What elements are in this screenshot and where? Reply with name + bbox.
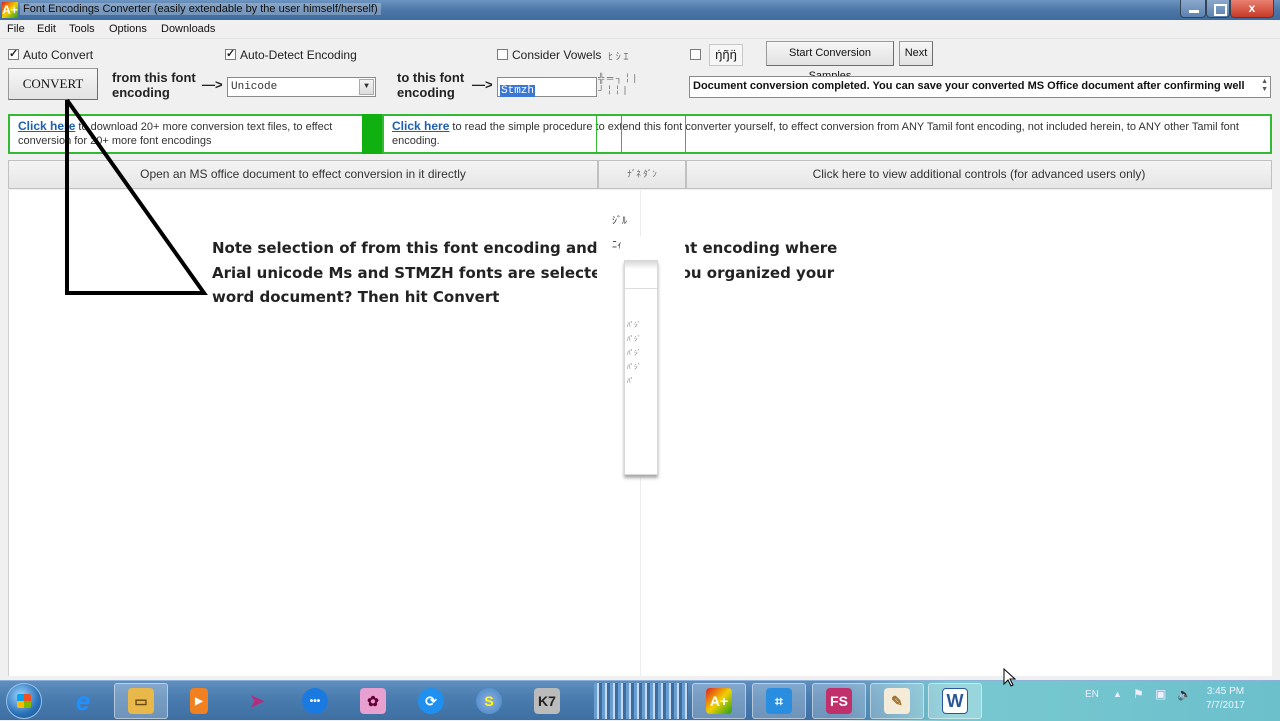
font-converter-icon: A+	[706, 688, 732, 714]
procedure-link-panel: Click here to read the simple procedure …	[382, 114, 1272, 154]
k7-icon: K7	[534, 688, 560, 714]
maximize-button[interactable]	[1206, 0, 1230, 18]
from-encoding-select[interactable]: Unicode ▼	[227, 77, 376, 97]
taskbar-app-paint[interactable]: ✎	[870, 683, 924, 719]
window-title: Font Encodings Converter (easily extenda…	[20, 3, 381, 15]
consider-vowels-label: Consider Vowels	[512, 48, 601, 62]
taskbar-app-k7[interactable]: K7	[520, 683, 574, 719]
taskbar-app-arrow[interactable]: ➤	[230, 683, 284, 719]
status-scrollbar[interactable]: ▲ ▼	[1261, 78, 1268, 94]
glitch-artifact: ﾅﾞﾈ ﾀﾞﾝ	[598, 160, 686, 189]
taskbar-app-file-explorer[interactable]: ▭	[114, 683, 168, 719]
screen-capture-icon: ⌗	[766, 688, 792, 714]
annotation-note: Note selection of from this font encodin…	[212, 239, 838, 306]
app-icon: A+	[2, 2, 18, 18]
menu-edit[interactable]: Edit	[37, 23, 56, 35]
menu-options[interactable]: Options	[109, 23, 147, 35]
procedure-link[interactable]: Click here	[392, 119, 449, 133]
close-button[interactable]: x	[1230, 0, 1274, 18]
green-divider	[362, 114, 383, 154]
clock-time: 3:45 PM	[1206, 686, 1245, 697]
arrow-icon: —>	[472, 77, 493, 92]
minimize-button[interactable]	[1180, 0, 1206, 18]
word-icon: W	[942, 688, 968, 714]
fs-icon: FS	[826, 688, 852, 714]
checkbox-checked-icon	[8, 47, 19, 60]
glitch-artifact: ﾋ ｼ ｴ	[608, 52, 629, 63]
next-button[interactable]: Next	[899, 41, 933, 66]
volume-icon[interactable]: 🔈	[1177, 687, 1192, 701]
auto-detect-label: Auto-Detect Encoding	[240, 48, 357, 62]
to-encoding-label: to this font encoding	[397, 70, 464, 100]
checkbox-checked-icon	[225, 47, 236, 60]
to-label-line2: encoding	[397, 85, 455, 100]
taskbar-app-word[interactable]: W	[928, 683, 982, 719]
panel-separator	[596, 116, 597, 152]
globe-icon: S	[476, 688, 502, 714]
arrow-app-icon: ➤	[249, 690, 265, 711]
chat-icon: •••	[302, 688, 328, 714]
consider-vowels-checkbox[interactable]: Consider Vowels	[497, 48, 601, 62]
menu-downloads[interactable]: Downloads	[161, 23, 215, 35]
status-message: Document conversion completed. You can s…	[689, 76, 1271, 98]
panel-separator	[685, 116, 686, 152]
to-label-line1: to this font	[397, 70, 465, 85]
checkbox-unchecked-icon	[497, 49, 508, 60]
ghost-panel-lines: ﾊﾟｼﾞ ﾊﾟｼﾞ ﾊﾟｼﾞ ﾊﾟｼﾞ ﾊﾟ	[627, 322, 641, 385]
glitch-artifact	[594, 683, 688, 719]
show-hidden-icons-button[interactable]: ▲	[1113, 689, 1122, 699]
shareit-icon: ⟳	[418, 688, 444, 714]
taskbar-app-shareit[interactable]: ⟳	[404, 683, 458, 719]
from-label-line1: from this font	[112, 70, 196, 85]
from-encoding-value: Unicode	[231, 81, 278, 93]
start-button[interactable]	[6, 683, 42, 719]
photo-icon: ✿	[360, 688, 386, 714]
taskbar-app-fs[interactable]: FS	[812, 683, 866, 719]
start-conversion-samples-button[interactable]: Start Conversion Samples	[766, 41, 894, 82]
chevron-down-icon[interactable]: ▼	[359, 79, 374, 95]
menu-bar: File Edit Tools Options Downloads	[0, 20, 1280, 39]
procedure-link-text: to read the simple procedure to extend t…	[392, 121, 1239, 147]
ghost-panel-header	[625, 261, 657, 289]
auto-detect-checkbox[interactable]: Auto-Detect Encoding	[225, 47, 357, 62]
status-text: Document conversion completed. You can s…	[693, 80, 1245, 92]
taskbar-app-media-player[interactable]: ▶	[172, 683, 226, 719]
additional-controls-button[interactable]: Click here to view additional controls (…	[686, 160, 1272, 189]
tamil-sample-checkbox[interactable]	[690, 48, 705, 62]
clock-date: 7/7/2017	[1206, 700, 1245, 711]
taskbar-app-chat[interactable]: •••	[288, 683, 342, 719]
paint-icon: ✎	[884, 688, 910, 714]
tamil-sample-preview: ŋ̇ŋ̃ŋ̈	[709, 44, 743, 66]
taskbar-app-internet-explorer[interactable]: e	[56, 683, 110, 719]
mouse-cursor-icon	[1003, 668, 1017, 687]
action-center-flag-icon[interactable]: ⚑	[1133, 687, 1144, 701]
language-indicator[interactable]: EN	[1085, 689, 1099, 700]
internet-explorer-icon: e	[75, 685, 91, 716]
panel-separator	[621, 116, 622, 152]
menu-file[interactable]: File	[7, 23, 25, 35]
glitch-artifact: ｼﾞﾙ ﾆｨ	[612, 216, 627, 251]
title-bar: A+ Font Encodings Converter (easily exte…	[0, 0, 1280, 20]
glitch-artifact: ╬ ═ ┐ ╎ ∣ ┘ ╎ ╎ ∣	[598, 73, 638, 95]
ghost-overlay-panel: ﾊﾟｼﾞ ﾊﾟｼﾞ ﾊﾟｼﾞ ﾊﾟｼﾞ ﾊﾟ	[624, 260, 658, 475]
system-clock[interactable]: 3:45 PM 7/7/2017	[1206, 685, 1245, 713]
folder-icon: ▭	[128, 688, 154, 714]
triangle-shape	[65, 98, 208, 295]
taskbar-app-screen-capture[interactable]: ⌗	[752, 683, 806, 719]
taskbar: e ▭ ▶ ➤ ••• ✿ ⟳ S K7 A+ ⌗ FS ✎ W EN ▲ ⚑ …	[0, 680, 1280, 721]
auto-convert-checkbox[interactable]: Auto Convert	[8, 47, 94, 62]
taskbar-app-font-converter[interactable]: A+	[692, 683, 746, 719]
checkbox-unchecked-icon	[690, 49, 701, 60]
taskbar-app-photo[interactable]: ✿	[346, 683, 400, 719]
to-encoding-input[interactable]: Stmzh	[497, 77, 597, 97]
auto-convert-label: Auto Convert	[23, 48, 94, 62]
network-icon[interactable]: ▣	[1155, 687, 1166, 701]
media-player-icon: ▶	[190, 688, 208, 714]
to-encoding-value: Stmzh	[500, 85, 536, 97]
annotation-triangle-icon	[65, 98, 208, 295]
taskbar-app-globe[interactable]: S	[462, 683, 516, 719]
menu-tools[interactable]: Tools	[69, 23, 95, 35]
